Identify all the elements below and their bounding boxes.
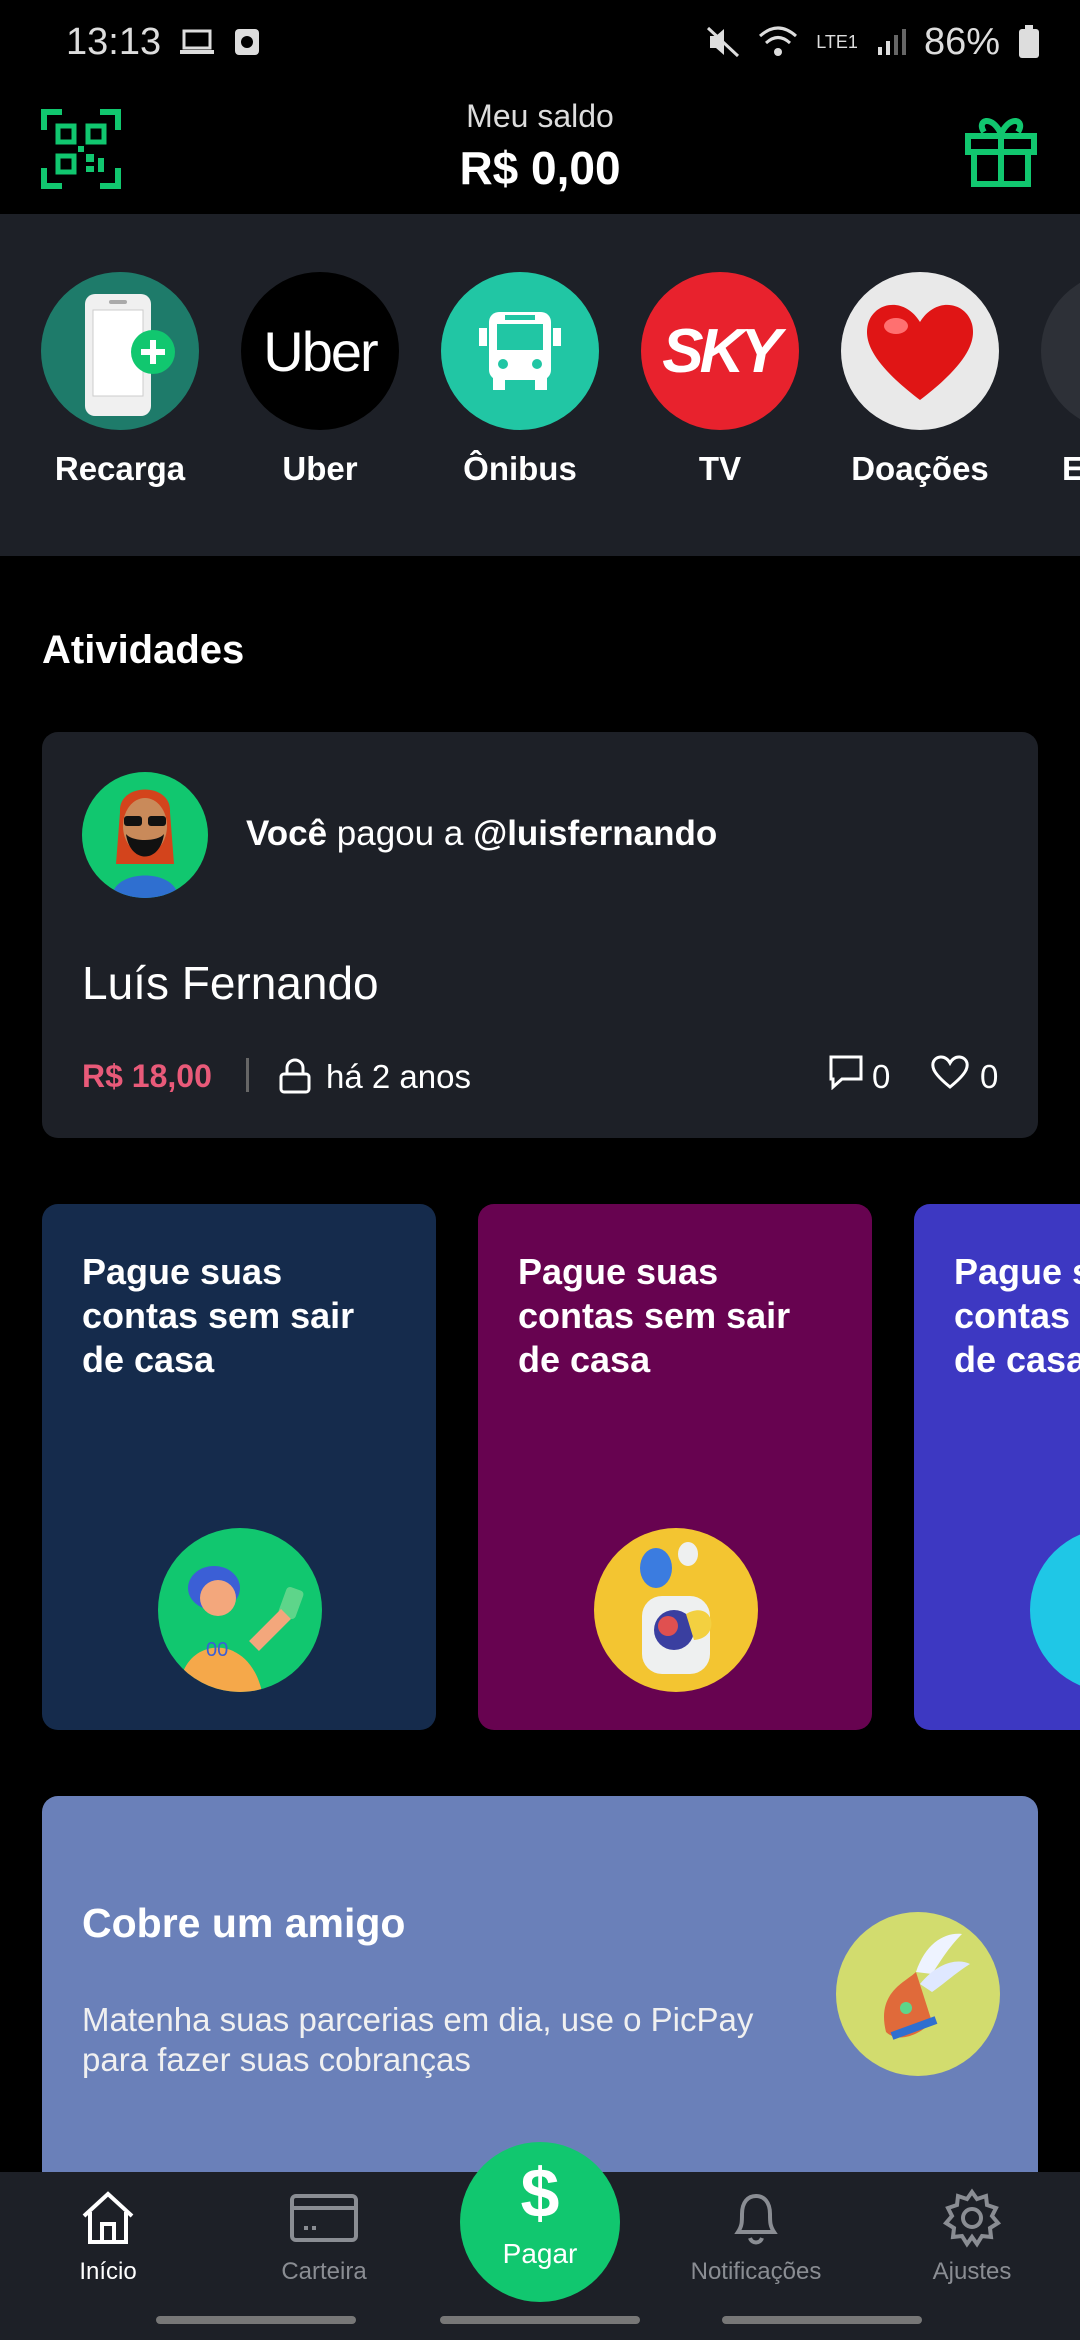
nav-label: Início bbox=[79, 2258, 137, 2285]
shortcut-label: Ônibus bbox=[463, 450, 577, 487]
phone-plus-icon bbox=[41, 272, 199, 430]
network-label: LTE1 bbox=[816, 32, 858, 52]
heart-icon bbox=[841, 272, 999, 430]
shortcut-label: Uber bbox=[282, 450, 358, 487]
home-icon bbox=[82, 2191, 134, 2244]
bus-icon bbox=[441, 272, 599, 430]
system-nav-bar[interactable] bbox=[722, 2316, 922, 2324]
winged-shoe-illustration bbox=[836, 1912, 1000, 2076]
activity-verb: pagou a bbox=[336, 814, 464, 853]
promo-illustration bbox=[1030, 1528, 1080, 1692]
status-time: 13:13 bbox=[66, 20, 162, 63]
pill-capsule-illustration bbox=[594, 1528, 758, 1692]
request-title: Cobre um amigo bbox=[82, 1900, 406, 1946]
activity-target[interactable]: @luisfernando bbox=[473, 814, 717, 853]
nav-home[interactable]: Início bbox=[8, 2188, 208, 2286]
heart-outline-icon[interactable] bbox=[930, 1054, 970, 1090]
lock-icon bbox=[279, 1058, 311, 1094]
nav-wallet[interactable]: Carteira bbox=[224, 2188, 424, 2286]
shortcut-tv[interactable]: SKY TV bbox=[640, 272, 800, 488]
shortcut-recarga[interactable]: Recarga bbox=[40, 272, 200, 488]
battery-percent: 86% bbox=[923, 20, 1000, 63]
screen-record-icon bbox=[235, 29, 260, 55]
divider bbox=[246, 1058, 249, 1092]
balance[interactable]: Meu saldo R$ 0,00 bbox=[0, 98, 1080, 195]
comment-icon[interactable] bbox=[828, 1054, 864, 1090]
person-phone-illustration: 00 bbox=[158, 1528, 322, 1692]
promo-carousel[interactable]: Pague suas contas sem sair de casa 00 Pa… bbox=[0, 1204, 1080, 1730]
shortcut-label: E bbox=[1062, 450, 1080, 487]
promo-card[interactable]: Pague suas contas sem sair de casa 00 bbox=[42, 1204, 436, 1730]
wallet-icon bbox=[290, 2194, 358, 2242]
balance-label: Meu saldo bbox=[466, 98, 614, 134]
svg-text:00: 00 bbox=[206, 1639, 228, 1661]
nav-label: Carteira bbox=[281, 2258, 367, 2285]
request-money-card[interactable]: Cobre um amigo Matenha suas parcerias em… bbox=[42, 1796, 1038, 2196]
shortcut-partial[interactable]: E bbox=[1040, 272, 1080, 488]
promo-title: Pague suas contas sem sair de casa bbox=[518, 1251, 791, 1380]
gift-icon[interactable] bbox=[962, 110, 1040, 188]
nav-notifications[interactable]: Notificações bbox=[656, 2188, 856, 2286]
mute-icon bbox=[707, 26, 740, 58]
activity-actor: Você bbox=[246, 814, 328, 853]
activity-amount: R$ 18,00 bbox=[82, 1058, 212, 1094]
shortcut-label: Doações bbox=[851, 450, 989, 487]
activity-card[interactable]: Você pagou a @luisfernando Luís Fernando… bbox=[42, 732, 1038, 1138]
nav-settings[interactable]: Ajustes bbox=[872, 2188, 1072, 2286]
request-description: Matenha suas parcerias em dia, use o Pic… bbox=[82, 2001, 754, 2078]
comment-count: 0 bbox=[872, 1058, 891, 1095]
promo-card[interactable]: Pague suas contas sem sair de casa bbox=[478, 1204, 872, 1730]
system-nav-bar[interactable] bbox=[156, 2316, 356, 2324]
nav-label: Notificações bbox=[690, 2258, 822, 2285]
dollar-icon: $ bbox=[520, 2154, 560, 2232]
like-count: 0 bbox=[980, 1058, 999, 1095]
signal-icon bbox=[877, 29, 906, 55]
promo-card[interactable]: Pague suas contas sem sair de casa bbox=[914, 1204, 1080, 1730]
bell-icon bbox=[734, 2193, 778, 2245]
shortcut-onibus[interactable]: Ônibus bbox=[440, 272, 600, 488]
shortcuts-row[interactable]: Recarga Uber Uber Ônibus SKY TV Doações … bbox=[0, 214, 1080, 556]
nav-label: Ajustes bbox=[932, 2258, 1012, 2285]
activity-description: Você pagou a @luisfernando bbox=[246, 814, 717, 854]
balance-value: R$ 0,00 bbox=[459, 142, 621, 194]
shortcut-doacoes[interactable]: Doações bbox=[840, 272, 1000, 488]
shortcut-uber[interactable]: Uber Uber bbox=[240, 272, 400, 488]
avatar[interactable] bbox=[82, 772, 208, 898]
sky-logo: SKY bbox=[641, 272, 799, 430]
pay-label: Pagar bbox=[502, 2238, 578, 2269]
activity-time: há 2 anos bbox=[326, 1058, 471, 1095]
recipient-name: Luís Fernando bbox=[82, 957, 379, 1009]
promo-title: Pague suas contas sem sair de casa bbox=[954, 1251, 1080, 1380]
laptop-icon bbox=[180, 29, 215, 54]
pay-button[interactable]: $ Pagar bbox=[460, 2142, 620, 2302]
shortcut-label: Recarga bbox=[54, 450, 186, 487]
system-nav-bar[interactable] bbox=[440, 2316, 640, 2324]
section-title: Atividades bbox=[42, 628, 245, 672]
wifi-icon bbox=[759, 26, 798, 56]
app-header: Meu saldo R$ 0,00 bbox=[0, 84, 1080, 214]
shortcut-label: TV bbox=[698, 450, 742, 487]
gear-icon bbox=[942, 2188, 1002, 2248]
partial-icon bbox=[1041, 272, 1080, 430]
uber-logo: Uber bbox=[241, 272, 399, 430]
promo-title: Pague suas contas sem sair de casa bbox=[82, 1251, 355, 1380]
battery-icon bbox=[1019, 25, 1039, 58]
status-bar: 13:13 LTE1 86% bbox=[0, 0, 1080, 84]
